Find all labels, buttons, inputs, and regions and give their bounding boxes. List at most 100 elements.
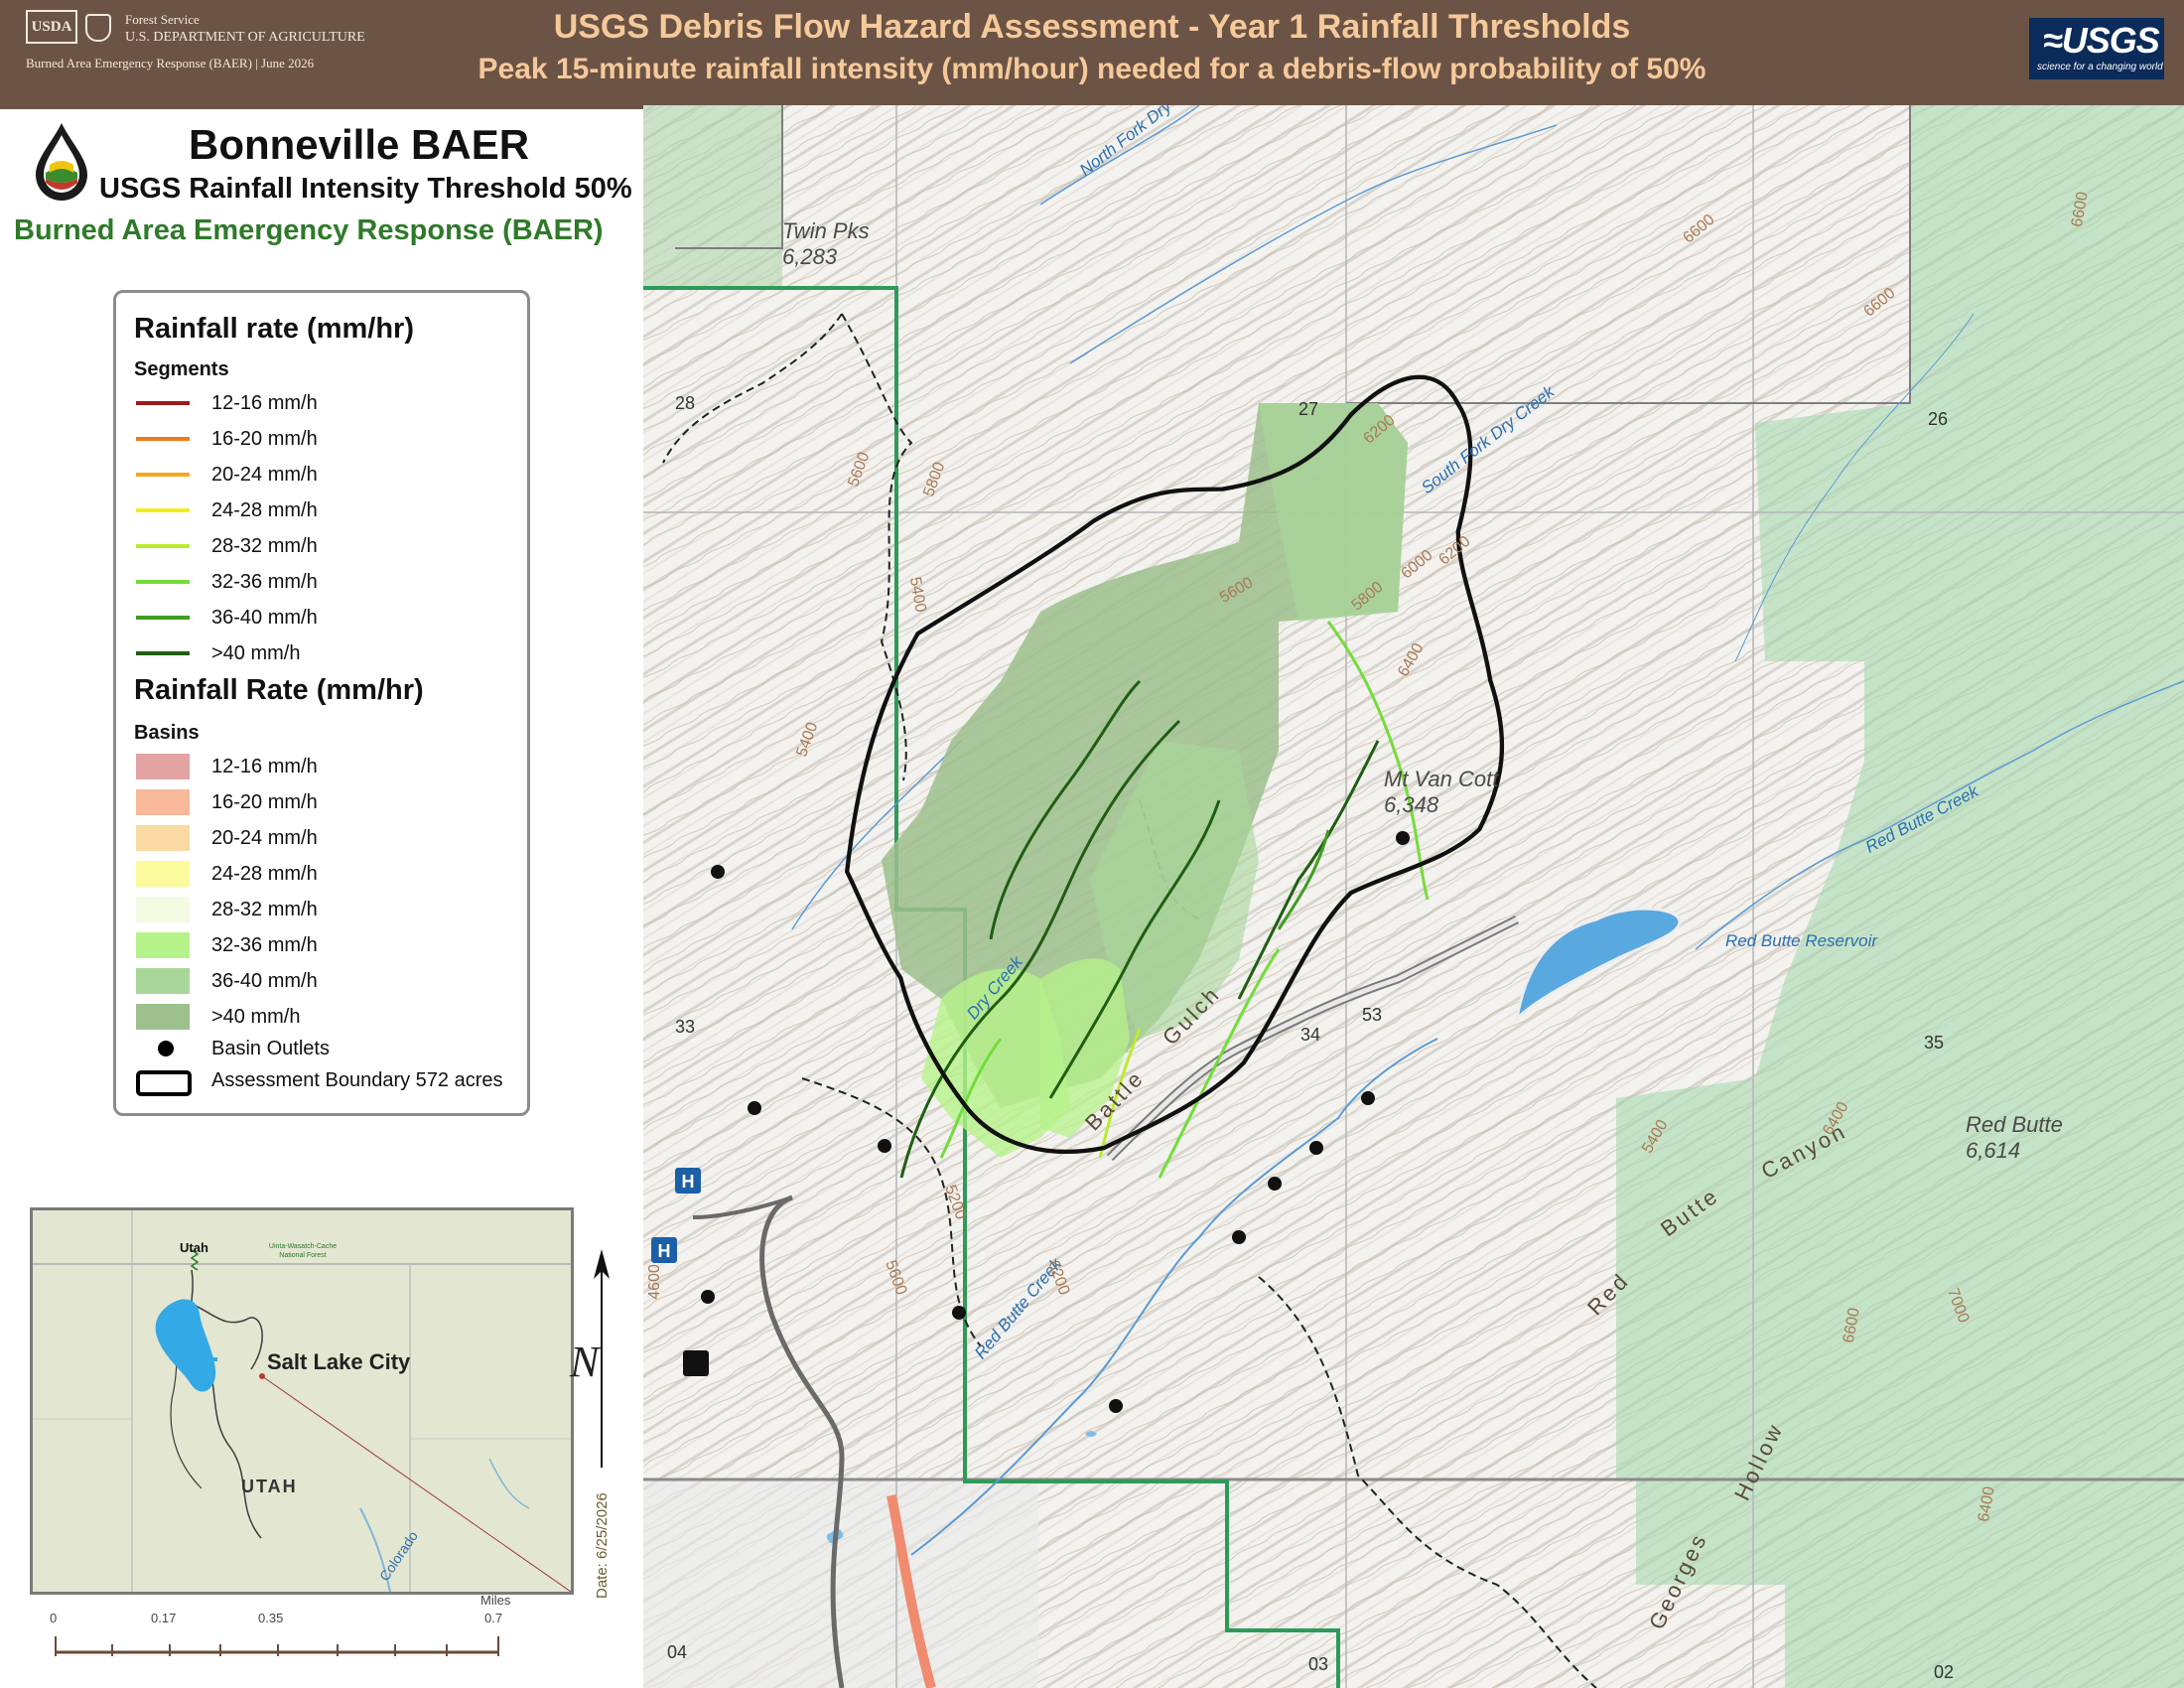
- segment-label: 20-24 mm/h: [211, 464, 318, 486]
- scale-unit: Miles: [480, 1593, 511, 1608]
- segment-label: 16-20 mm/h: [211, 428, 318, 450]
- contour-label-22: 4600: [645, 1264, 663, 1300]
- segment-swatch: [136, 508, 190, 512]
- segment-swatch: [136, 401, 190, 405]
- header-bar: USDA Forest Service U.S. DEPARTMENT OF A…: [0, 0, 2184, 105]
- main-map-svg: H H: [643, 105, 2184, 1688]
- section-04: 04: [667, 1642, 688, 1662]
- legend-segments-heading: Rainfall rate (mm/hr): [134, 313, 414, 345]
- road-label: 53: [1362, 1005, 1383, 1025]
- legend-basin-row: 28-32 mm/h: [134, 895, 521, 924]
- basin-swatch: [136, 968, 190, 994]
- north-label: N: [570, 1337, 600, 1386]
- baer-drop-logo-icon: [36, 123, 87, 201]
- usgs-logo-text: ≈USGS: [2043, 20, 2160, 61]
- basin-outlet-11: [1396, 831, 1410, 845]
- map-title: USGS Debris Flow Hazard Assessment - Yea…: [553, 8, 1631, 46]
- peak-elev-mt-van-cott: 6,348: [1384, 792, 1439, 817]
- segment-swatch: [136, 473, 190, 477]
- peak-name-twin-pks: Twin Pks: [782, 218, 870, 243]
- scale-bar-graphic: [55, 1636, 499, 1656]
- section-26: 26: [1928, 409, 1949, 429]
- basin-label: 24-28 mm/h: [211, 863, 318, 885]
- map-subtitle: Peak 15-minute rainfall intensity (mm/ho…: [478, 53, 1706, 85]
- legend-basin-row: 24-28 mm/h: [134, 859, 521, 889]
- panel-baer-label: Burned Area Emergency Response (BAER): [14, 214, 604, 246]
- legend-basin-row: 16-20 mm/h: [134, 787, 521, 817]
- peak-name-mt-van-cott: Mt Van Cott: [1384, 767, 1499, 791]
- basin-label: 28-32 mm/h: [211, 899, 318, 920]
- segment-swatch: [136, 544, 190, 548]
- legend-outlets-row: Basin Outlets: [134, 1034, 521, 1063]
- segment-swatch: [136, 651, 190, 655]
- legend-segment-row: 36-40 mm/h: [134, 603, 521, 633]
- basin-swatch: [136, 861, 190, 887]
- segment-label: 12-16 mm/h: [211, 392, 318, 414]
- forest-area-nw: [643, 105, 782, 288]
- peak-label-mt-van-cott: Mt Van Cott 6,348: [1384, 767, 1498, 818]
- inset-graphic: [33, 1210, 571, 1592]
- main-map-frame: H H Twin Pks 6,283 Mt Van Cott 6,348 Red B…: [643, 105, 2184, 1688]
- school-icon: [683, 1350, 709, 1376]
- basin-outlet-6: [1309, 1141, 1323, 1155]
- peak-label-red-butte: Red Butte 6,614: [1966, 1112, 2063, 1164]
- legend-basin-row: 20-24 mm/h: [134, 823, 521, 853]
- basin-label: 32-36 mm/h: [211, 934, 318, 956]
- basin-label: 16-20 mm/h: [211, 791, 318, 813]
- inset-region-label: UTAH: [241, 1477, 298, 1496]
- basin-label: 12-16 mm/h: [211, 756, 318, 777]
- urban-area: [643, 1479, 1038, 1688]
- segment-swatch: [136, 580, 190, 584]
- legend-basin-row: 32-36 mm/h: [134, 930, 521, 960]
- section-02: 02: [1934, 1662, 1955, 1682]
- legend-basin-row: >40 mm/h: [134, 1002, 521, 1032]
- reservoir-label: Red Butte Reservoir: [1725, 931, 1878, 950]
- assessment-boundary-icon: [136, 1070, 192, 1096]
- peak-name-red-butte: Red Butte: [1966, 1112, 2063, 1137]
- basin-swatch: [136, 1004, 190, 1030]
- svg-text:H: H: [658, 1241, 671, 1261]
- inset-forest-label: Uinta-Wasatch-Cache National Forest: [268, 1243, 338, 1259]
- section-03: 03: [1308, 1654, 1329, 1674]
- section-35: 35: [1924, 1033, 1945, 1053]
- basin-outlet-8: [748, 1101, 761, 1115]
- basin-outlet-7: [1361, 1091, 1375, 1105]
- basin-outlet-3: [1109, 1399, 1123, 1413]
- section-34: 34: [1300, 1025, 1321, 1045]
- basin-outlet-10: [711, 865, 725, 879]
- basin-label: 20-24 mm/h: [211, 827, 318, 849]
- locator-inset-map: Utah Uinta-Wasatch-Cache National Forest…: [30, 1207, 574, 1595]
- segment-label: 36-40 mm/h: [211, 607, 318, 629]
- section-33: 33: [675, 1017, 696, 1037]
- legend-boundary-row: Assessment Boundary 572 acres: [134, 1065, 521, 1096]
- legend-segment-row: 20-24 mm/h: [134, 460, 521, 490]
- panel-title: Bonneville BAER: [189, 121, 530, 168]
- section-27: 27: [1298, 399, 1319, 419]
- header-divider: [0, 105, 643, 109]
- segment-label: >40 mm/h: [211, 642, 301, 664]
- legend-basins-subheading: Basins: [134, 722, 200, 744]
- legend-segment-row: 12-16 mm/h: [134, 388, 521, 418]
- segment-swatch: [136, 437, 190, 441]
- basin-label: >40 mm/h: [211, 1006, 301, 1028]
- legend-segment-row: 32-36 mm/h: [134, 567, 521, 597]
- peak-elev-red-butte: 6,614: [1966, 1138, 2021, 1163]
- usgs-tagline: science for a changing world: [2037, 62, 2163, 72]
- peak-label-twin-pks: Twin Pks 6,283: [782, 218, 870, 270]
- basin-outlet-5: [1268, 1177, 1282, 1191]
- segment-label: 24-28 mm/h: [211, 499, 318, 521]
- legend-basin-row: 36-40 mm/h: [134, 966, 521, 996]
- basin-swatch: [136, 789, 190, 815]
- basin-swatch: [136, 932, 190, 958]
- basin-outlet-2: [952, 1306, 966, 1320]
- legend-basins-heading: Rainfall Rate (mm/hr): [134, 674, 424, 706]
- segment-label: 28-32 mm/h: [211, 535, 318, 557]
- panel-subtitle: USGS Rainfall Intensity Threshold 50%: [99, 173, 632, 205]
- legend-segment-row: 28-32 mm/h: [134, 531, 521, 561]
- legend-basin-row: 12-16 mm/h: [134, 752, 521, 781]
- segment-label: 32-36 mm/h: [211, 571, 318, 593]
- legend-segment-row: 24-28 mm/h: [134, 495, 521, 525]
- basin-outlet-9: [701, 1290, 715, 1304]
- basin-label: 36-40 mm/h: [211, 970, 318, 992]
- basin-outlet-4: [1232, 1230, 1246, 1244]
